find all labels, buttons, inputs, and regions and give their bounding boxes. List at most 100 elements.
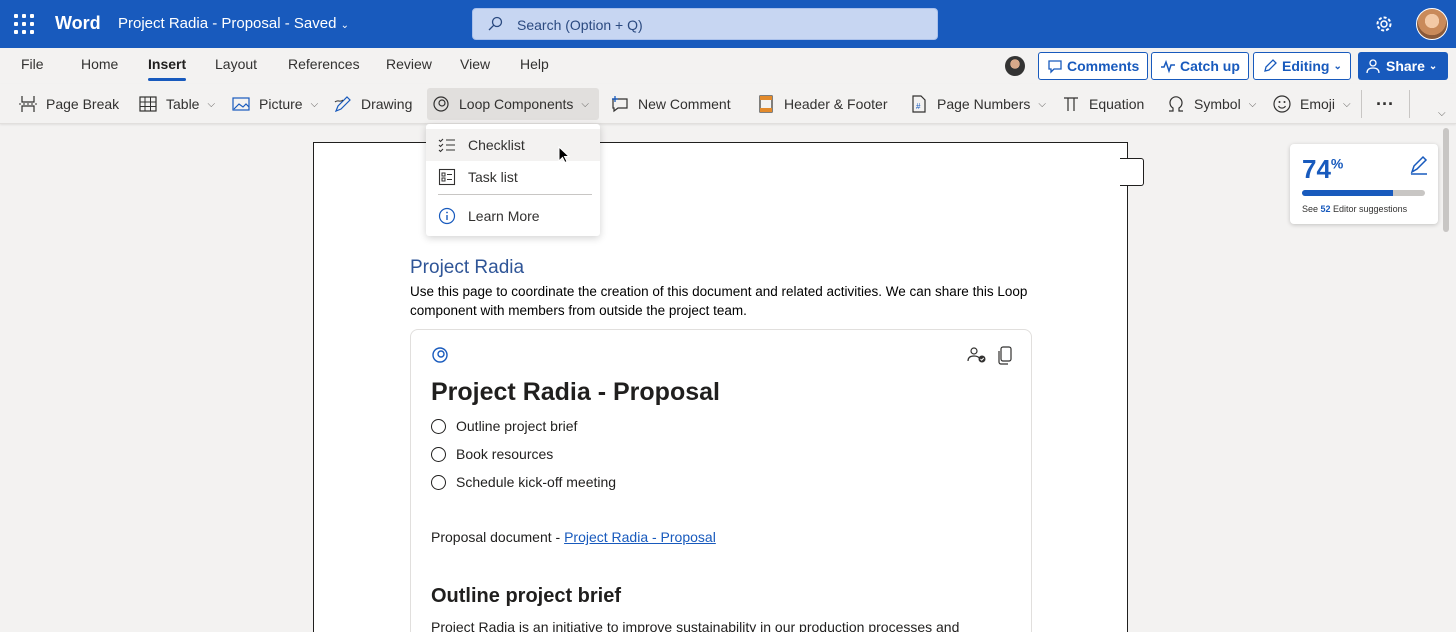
task-item[interactable]: Schedule kick-off meeting: [431, 472, 616, 492]
editor-score-percent-sign: %: [1330, 155, 1344, 172]
page-break-button[interactable]: Page Break: [14, 88, 123, 120]
share-access-icon[interactable]: [967, 345, 987, 365]
proposal-line: Proposal document - Project Radia - Prop…: [431, 529, 716, 545]
more-options-button[interactable]: ···: [1372, 88, 1398, 120]
document-heading[interactable]: Project Radia: [410, 257, 524, 279]
suggestion-count: 52: [1320, 204, 1331, 214]
ribbon-collapse-icon[interactable]: ⌵: [1438, 108, 1446, 119]
comments-button[interactable]: Comments: [1038, 52, 1149, 80]
chevron-down-icon: ⌵: [310, 98, 319, 110]
task-checkbox[interactable]: [431, 446, 446, 462]
task-label: Schedule kick-off meeting: [456, 474, 617, 490]
menu-item-checklist[interactable]: Checklist: [426, 129, 600, 161]
tab-layout[interactable]: Layout: [215, 56, 257, 72]
search-box[interactable]: Search (Option + Q): [472, 8, 938, 40]
equation-label: Equation: [1089, 96, 1145, 112]
chevron-down-icon: ⌵: [207, 98, 216, 110]
page-break-label: Page Break: [46, 96, 120, 112]
mouse-pointer-icon: [558, 146, 570, 164]
title-bar: Word Project Radia - Proposal - Saved ⌄ …: [0, 0, 1456, 48]
proposal-link[interactable]: Project Radia - Proposal: [564, 529, 716, 545]
task-item[interactable]: Book resources: [431, 444, 553, 464]
page-numbers-button[interactable]: # Page Numbers ⌵: [905, 88, 1050, 120]
tab-help[interactable]: Help: [520, 56, 549, 72]
header-footer-label: Header & Footer: [784, 96, 888, 112]
loop-icon: [433, 96, 449, 112]
drawing-label: Drawing: [361, 96, 413, 112]
picture-icon: [232, 97, 250, 111]
menu-item-learn-more[interactable]: Learn More: [426, 200, 600, 232]
editing-mode-button[interactable]: Editing ⌄: [1253, 52, 1351, 80]
proposal-label: Proposal document -: [431, 529, 565, 545]
symbol-label: Symbol: [1194, 96, 1241, 112]
section-text[interactable]: Project Radia is an initiative to improv…: [431, 619, 1011, 632]
section-heading[interactable]: Outline project brief: [431, 585, 621, 608]
ribbon-divider: [1409, 90, 1410, 118]
chevron-down-icon: ⌄: [1428, 60, 1438, 72]
picture-button[interactable]: Picture ⌵: [227, 88, 322, 120]
app-launcher-icon[interactable]: [14, 14, 34, 34]
document-paragraph[interactable]: Use this page to coordinate the creation…: [410, 282, 1050, 320]
comments-label: Comments: [1067, 58, 1140, 74]
gear-icon[interactable]: [1374, 14, 1394, 34]
task-item[interactable]: Outline project brief: [431, 416, 577, 436]
task-label: Outline project brief: [456, 418, 578, 434]
loop-components-button[interactable]: Loop Components ⌵: [427, 88, 599, 120]
tab-file[interactable]: File: [21, 56, 44, 72]
chevron-down-icon: ⌵: [581, 98, 590, 110]
share-button[interactable]: Share ⌄: [1358, 52, 1448, 80]
tab-view[interactable]: View: [460, 56, 490, 72]
equation-button[interactable]: Equation: [1057, 88, 1148, 120]
catch-up-button[interactable]: Catch up: [1151, 52, 1249, 80]
user-avatar[interactable]: [1416, 8, 1448, 40]
editor-suggestions-link[interactable]: See 52 Editor suggestions: [1302, 204, 1407, 214]
table-icon: [139, 96, 157, 112]
vertical-scrollbar[interactable]: [1443, 128, 1449, 232]
loop-components-label: Loop Components: [459, 96, 574, 112]
checklist-icon: [438, 138, 455, 153]
emoji-button[interactable]: Emoji ⌵: [1268, 88, 1355, 120]
table-button[interactable]: Table ⌵: [134, 88, 219, 120]
editor-pen-icon: [1410, 155, 1428, 175]
chevron-down-icon: ⌄: [340, 20, 350, 31]
tab-home[interactable]: Home: [81, 56, 118, 72]
menu-item-label: Checklist: [468, 137, 525, 153]
task-checkbox[interactable]: [431, 474, 446, 490]
editor-score-card[interactable]: 74% See 52 Editor suggestions: [1290, 144, 1438, 224]
share-label: Share: [1386, 58, 1425, 74]
menu-item-label: Learn More: [468, 208, 540, 224]
svg-text:#: #: [916, 102, 921, 111]
loop-components-menu: Checklist Task list Learn More: [426, 124, 600, 236]
editor-score: 74%: [1302, 154, 1343, 185]
loop-title[interactable]: Project Radia - Proposal: [431, 378, 720, 407]
page-numbers-label: Page Numbers: [937, 96, 1031, 112]
loop-component[interactable]: Project Radia - Proposal Outline project…: [410, 329, 1032, 632]
tab-review[interactable]: Review: [386, 56, 432, 72]
symbol-button[interactable]: Symbol ⌵: [1162, 88, 1260, 120]
pencil-icon: [1264, 59, 1277, 72]
new-comment-button[interactable]: New Comment: [606, 88, 735, 120]
drawing-button[interactable]: Drawing: [329, 88, 416, 120]
chevron-down-icon: ⌵: [1343, 98, 1351, 110]
share-people-icon: [1366, 59, 1380, 74]
header-footer-button[interactable]: Header & Footer: [752, 88, 892, 120]
tab-insert[interactable]: Insert: [148, 56, 187, 81]
equation-icon: [1064, 97, 1078, 111]
note-prefix: See: [1302, 204, 1321, 214]
editor-score-bar: [1302, 190, 1425, 196]
coauthor-avatar[interactable]: [1005, 56, 1025, 76]
title-dash: -: [284, 15, 294, 32]
ribbon-divider: [1361, 90, 1362, 118]
tab-references[interactable]: References: [288, 56, 360, 72]
copy-icon[interactable]: [997, 345, 1013, 365]
catch-up-label: Catch up: [1180, 58, 1240, 74]
app-name[interactable]: Word: [55, 13, 101, 34]
ribbon-tabs: File Home Insert Layout References Revie…: [0, 48, 1456, 84]
emoji-label: Emoji: [1300, 96, 1336, 112]
task-checkbox[interactable]: [431, 418, 446, 434]
omega-icon: [1169, 96, 1183, 112]
menu-item-task-list[interactable]: Task list: [426, 161, 600, 193]
document-title[interactable]: Project Radia - Proposal - Saved ⌄: [118, 15, 349, 32]
header-footer-icon: [759, 95, 773, 113]
info-icon: [438, 207, 456, 225]
